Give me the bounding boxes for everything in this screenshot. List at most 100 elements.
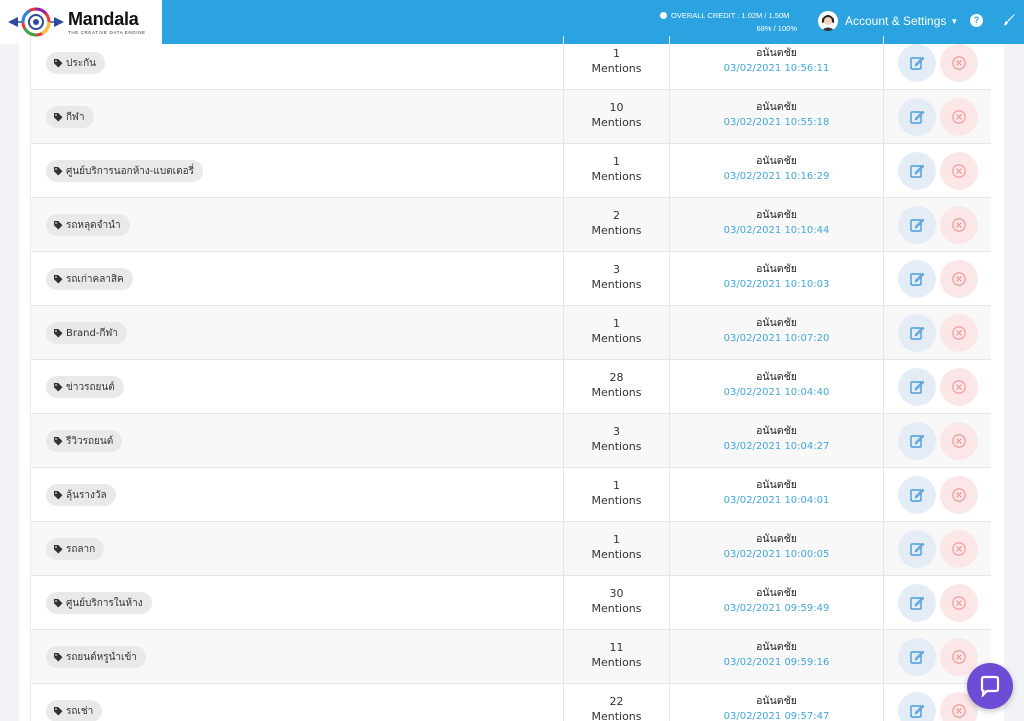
table-row: ข่าวรถยนต์ 28 Mentions อนันตชัย 03/02/2021 1… — [30, 360, 991, 414]
tag-cell: ลุ้นรางวัล — [31, 468, 564, 521]
tag-icon — [54, 329, 63, 338]
mentions-label: Mentions — [591, 278, 642, 291]
created-cell: อนันตชัย 03/02/2021 09:59:16 — [670, 630, 884, 683]
mentions-cell: 1 Mentions — [564, 468, 670, 521]
edit-button[interactable] — [898, 530, 936, 568]
mentions-label: Mentions — [591, 386, 642, 399]
created-date: 03/02/2021 10:16:29 — [723, 171, 830, 182]
mentions-cell: 3 Mentions — [564, 414, 670, 467]
tag-chip[interactable]: ศูนย์บริการนอกห้าง-แบตเตอรี่ — [46, 160, 203, 182]
mention-count: 1 — [613, 533, 620, 546]
delete-button[interactable] — [940, 314, 978, 352]
created-by: อนันตชัย — [756, 641, 797, 653]
tag-chip[interactable]: กีฬา — [46, 106, 94, 128]
tag-chip[interactable]: ประกัน — [46, 52, 105, 74]
tag-chip[interactable]: รถหลุดจำนำ — [46, 214, 130, 236]
created-cell: อนันตชัย 03/02/2021 09:59:49 — [670, 576, 884, 629]
actions-cell — [884, 252, 992, 305]
tag-chip[interactable]: ศูนย์บริการในห้าง — [46, 592, 152, 614]
delete-button[interactable] — [940, 152, 978, 190]
chat-launcher-button[interactable] — [967, 663, 1013, 709]
edit-button[interactable] — [898, 584, 936, 622]
mention-count: 1 — [613, 317, 620, 330]
tag-icon — [54, 383, 63, 392]
edit-icon — [910, 326, 925, 340]
tag-label: กีฬา — [66, 111, 85, 123]
mentions-cell: 1 Mentions — [564, 144, 670, 197]
mention-count: 10 — [609, 101, 624, 114]
actions-cell — [884, 90, 992, 143]
user-avatar-icon — [818, 11, 838, 31]
tag-label: รถลาก — [66, 543, 96, 555]
tag-chip[interactable]: รถเช่า — [46, 700, 103, 721]
table-row: ลุ้นรางวัล 1 Mentions อนันตชัย 03/02/2021 10… — [30, 468, 991, 522]
tag-chip[interactable]: Brand-กีฬา — [46, 322, 127, 344]
edit-icon — [910, 596, 925, 610]
created-cell: อนันตชัย 03/02/2021 10:04:40 — [670, 360, 884, 413]
delete-button[interactable] — [940, 422, 978, 460]
credit-percent: 68% / 100% — [756, 24, 797, 33]
edit-button[interactable] — [898, 638, 936, 676]
edit-button[interactable] — [898, 206, 936, 244]
edit-button[interactable] — [898, 368, 936, 406]
mentions-cell: 28 Mentions — [564, 360, 670, 413]
tag-chip[interactable]: ข่าวรถยนต์ — [46, 376, 124, 398]
tag-chip[interactable]: รถเก่าคลาสิค — [46, 268, 133, 290]
mandala-logo-icon — [8, 7, 64, 37]
delete-button[interactable] — [940, 530, 978, 568]
created-cell: อนันตชัย 03/02/2021 10:16:29 — [670, 144, 884, 197]
created-by: อนันตชัย — [756, 209, 797, 221]
close-circle-icon — [952, 488, 966, 502]
created-date: 03/02/2021 09:59:49 — [723, 603, 830, 614]
brush-icon[interactable] — [1002, 13, 1016, 27]
edit-icon — [910, 218, 925, 232]
tag-chip[interactable]: รีวิวรถยนต์ — [46, 430, 123, 452]
mentions-cell: 30 Mentions — [564, 576, 670, 629]
delete-button[interactable] — [940, 98, 978, 136]
created-cell: อนันตชัย 03/02/2021 09:57:47 — [670, 684, 884, 721]
close-circle-icon — [952, 272, 966, 286]
tag-cell: ศูนย์บริการในห้าง — [31, 576, 564, 629]
help-icon[interactable]: ? — [970, 14, 983, 27]
edit-button[interactable] — [898, 98, 936, 136]
tag-chip[interactable]: ลุ้นรางวัล — [46, 484, 116, 506]
tag-label: ลุ้นรางวัล — [66, 489, 107, 501]
edit-icon — [910, 434, 925, 448]
delete-button[interactable] — [940, 260, 978, 298]
close-circle-icon — [952, 704, 966, 718]
created-by: อนันตชัย — [756, 155, 797, 167]
tag-chip[interactable]: รถยนต์หรูนำเข้า — [46, 646, 146, 668]
mentions-label: Mentions — [591, 332, 642, 345]
mentions-label: Mentions — [591, 494, 642, 507]
mentions-label: Mentions — [591, 116, 642, 129]
actions-cell — [884, 468, 992, 521]
actions-cell — [884, 522, 992, 575]
tag-chip[interactable]: รถลาก — [46, 538, 105, 560]
edit-button[interactable] — [898, 314, 936, 352]
edit-button[interactable] — [898, 260, 936, 298]
created-by: อนันตชัย — [756, 587, 797, 599]
mention-count: 1 — [613, 155, 620, 168]
delete-button[interactable] — [940, 44, 978, 82]
created-by: อนันตชัย — [756, 371, 797, 383]
created-by: อนันตชัย — [756, 695, 797, 707]
tag-label: รถยนต์หรูนำเข้า — [66, 651, 137, 663]
delete-button[interactable] — [940, 476, 978, 514]
table-row: ศูนย์บริการในห้าง 30 Mentions อนันตชัย 03/02… — [30, 576, 991, 630]
edit-button[interactable] — [898, 476, 936, 514]
delete-button[interactable] — [940, 206, 978, 244]
created-by: อนันตชัย — [756, 533, 797, 545]
table-row: รถเช่า 22 Mentions อนันตชัย 03/02/2021 09:57… — [30, 684, 991, 721]
edit-button[interactable] — [898, 422, 936, 460]
edit-button[interactable] — [898, 692, 936, 721]
mentions-label: Mentions — [591, 710, 642, 721]
table-row: Brand-กีฬา 1 Mentions อนันตชัย 03/02/2021 10… — [30, 306, 991, 360]
edit-button[interactable] — [898, 44, 936, 82]
account-settings-menu[interactable]: Account & Settings ▼ — [818, 11, 958, 31]
delete-button[interactable] — [940, 368, 978, 406]
mentions-cell: 3 Mentions — [564, 252, 670, 305]
tag-cell: ศูนย์บริการนอกห้าง-แบตเตอรี่ — [31, 144, 564, 197]
close-circle-icon — [952, 596, 966, 610]
delete-button[interactable] — [940, 584, 978, 622]
edit-button[interactable] — [898, 152, 936, 190]
